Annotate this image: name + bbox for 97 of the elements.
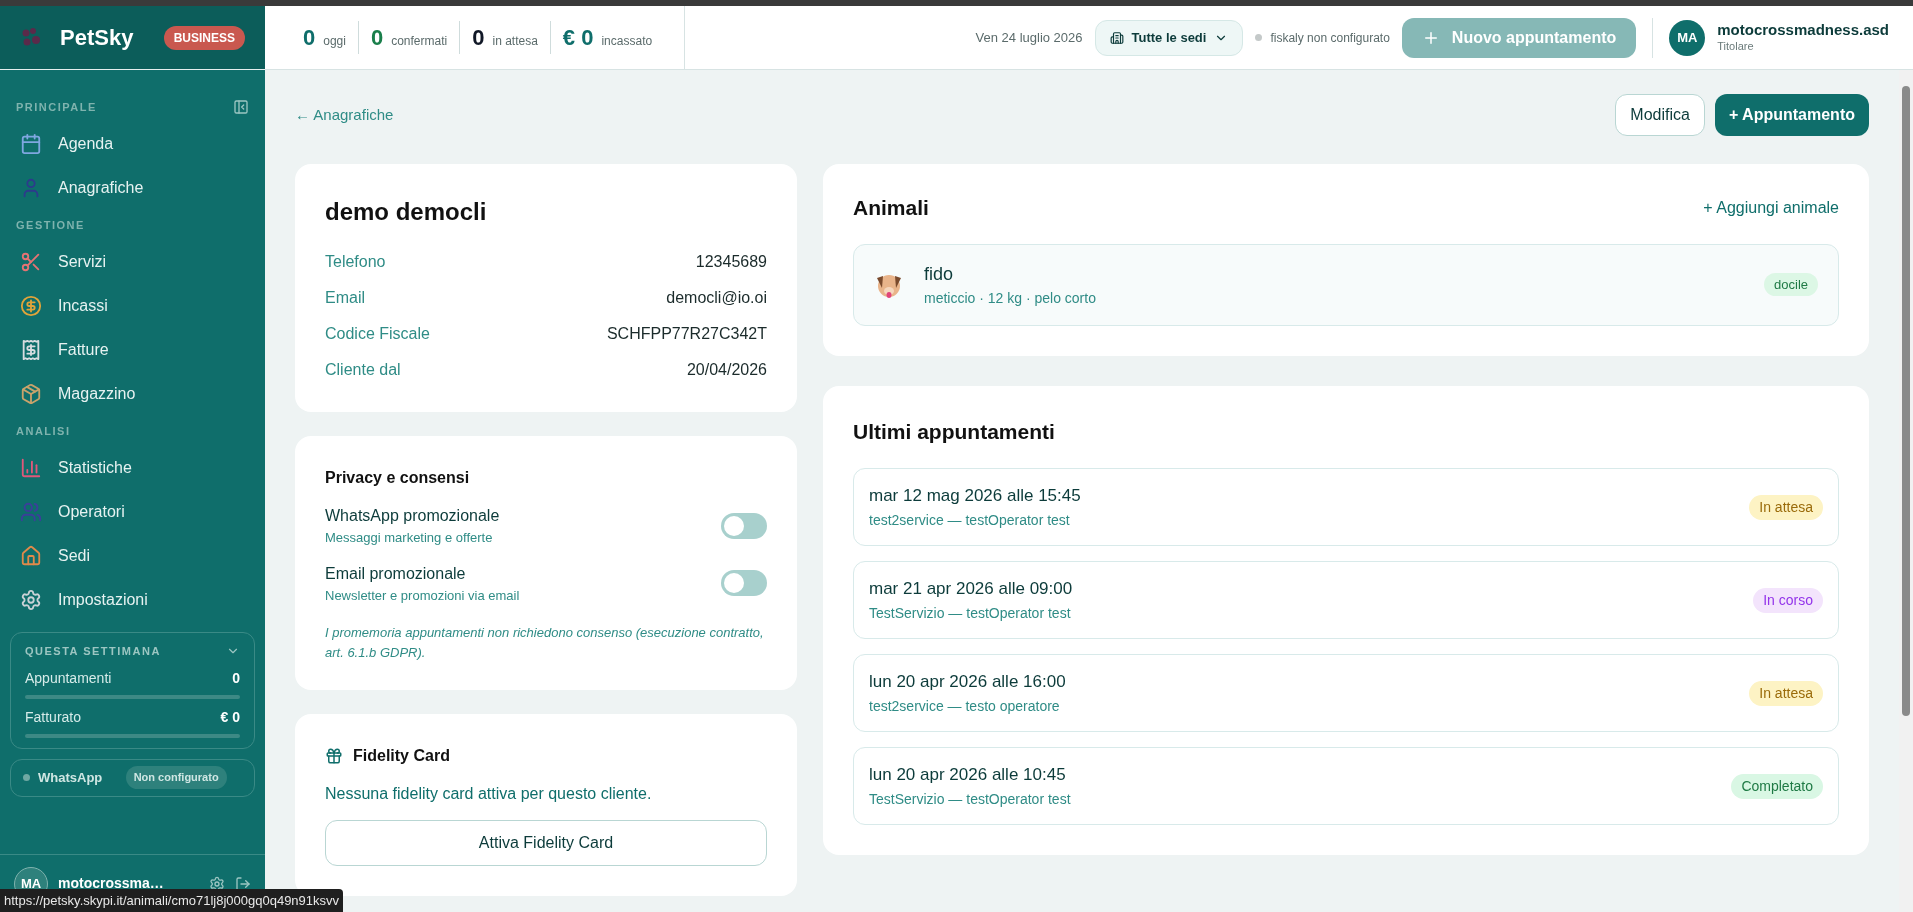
appointment-details: test2service — testOperator test: [869, 511, 1071, 531]
toggle-switch[interactable]: [721, 512, 767, 539]
toggle-hint: Messaggi marketing e offerte: [325, 529, 494, 547]
status-badge: In attesa: [1749, 680, 1823, 706]
appointment-time: lun 20 apr 2026 alle 16:00: [869, 670, 1066, 693]
package-icon: [20, 383, 42, 405]
stat-value: 0: [472, 24, 485, 52]
building-icon: [1109, 30, 1124, 45]
user-name: motocrossmadness.asd: [1717, 21, 1889, 40]
nav-item[interactable]: Statistiche: [10, 446, 255, 490]
nav-item[interactable]: Magazzino: [10, 372, 255, 416]
animal-name: fido: [924, 262, 955, 286]
toggle-hint: Newsletter e promozioni via email: [325, 586, 520, 605]
url-tooltip: https://petsky.skypi.it/animali/cmo71lj8j000gq0q49n91ksvv: [0, 888, 344, 912]
section-title: GESTIONE: [16, 217, 85, 233]
field-value: 20/04/2026: [686, 360, 767, 380]
status-badge: Completato: [1731, 773, 1823, 799]
nav-item[interactable]: Servizi: [10, 240, 255, 284]
appointment-details: TestServizio — testOperator test: [869, 604, 1072, 624]
stat-value: 0: [370, 24, 384, 52]
activate-fidelity-button[interactable]: Attiva Fidelity Card: [325, 820, 767, 866]
field-value: SCHFPP77R27C342T: [606, 324, 767, 344]
gift-icon: [325, 747, 343, 765]
animal-row[interactable]: fido meticcio · 12 kg · pelo corto docile: [853, 243, 1839, 326]
field-value: 12345689: [695, 252, 767, 272]
appointment-row[interactable]: lun 20 apr 2026 alle 10:45 TestServizio — testOperator test Completato: [853, 747, 1839, 825]
field-label: Email: [325, 288, 365, 308]
nav-item[interactable]: Impostazioni: [10, 578, 255, 622]
edit-button[interactable]: Modifica: [1615, 94, 1705, 136]
user-role: Titolare: [1717, 40, 1755, 54]
money-bag-icon: [20, 295, 42, 317]
collapse-sidebar-icon[interactable]: [233, 99, 249, 115]
bar-chart-icon: [20, 457, 42, 479]
house-icon: [20, 545, 42, 567]
nav-item[interactable]: Incassi: [10, 284, 255, 328]
plan-badge: BUSINESS: [163, 25, 245, 50]
status-badge: In attesa: [1749, 494, 1823, 520]
appointment-row[interactable]: lun 20 apr 2026 alle 16:00 test2service — testo operatore In attesa: [853, 654, 1839, 732]
add-animal-link[interactable]: + Aggiungi animale: [1703, 195, 1839, 220]
nav-item[interactable]: Operatori: [10, 490, 255, 534]
scissors-icon: [20, 251, 42, 273]
field-label: Codice Fiscale: [325, 324, 430, 344]
appointment-time: mar 21 apr 2026 alle 09:00: [869, 577, 1073, 600]
nav-item[interactable]: Fatture: [10, 328, 255, 372]
card-title: Privacy e consensi: [325, 468, 471, 488]
client-name: demo democli: [325, 197, 488, 227]
back-link[interactable]: ← Anagrafiche: [295, 103, 394, 127]
user-avatar[interactable]: MA: [1669, 19, 1706, 56]
section-title: ANALISI: [16, 423, 71, 439]
fidelity-message: Nessuna fidelity card attiva per questo cliente.: [325, 784, 653, 804]
calendar-icon: [20, 133, 42, 155]
appointment-time: lun 20 apr 2026 alle 10:45: [869, 763, 1067, 786]
settings-icon[interactable]: [209, 875, 225, 892]
card-title: Animali: [853, 195, 929, 221]
stat-label: in attesa: [492, 33, 538, 50]
summary-value: 0: [232, 668, 240, 688]
receipt-icon: [20, 339, 42, 361]
gear-icon: [20, 589, 42, 611]
whatsapp-label: WhatsApp: [38, 768, 103, 787]
summary-label: Appuntamenti: [25, 668, 112, 688]
card-title: Fidelity Card: [353, 746, 450, 766]
stat-label: oggi: [323, 33, 346, 50]
card-title: Ultimi appuntamenti: [853, 418, 1056, 445]
appointment-row[interactable]: mar 21 apr 2026 alle 09:00 TestServizio — testOperator test In corso: [853, 561, 1839, 639]
nav-item[interactable]: Sedi: [10, 534, 255, 578]
stat-value: € 0: [562, 24, 594, 52]
consent-note: I promemoria appuntamenti non richiedono consenso (esecuzione contratto, art. 6.1.b GDPR).: [325, 624, 765, 662]
section-title: PRINCIPALE: [16, 99, 97, 115]
people-icon: [20, 501, 42, 523]
logout-icon[interactable]: [235, 875, 251, 892]
nav-item[interactable]: Agenda: [10, 122, 255, 166]
summary-label: Fatturato: [25, 707, 82, 727]
status-badge: Non configurato: [125, 766, 227, 789]
appointment-row[interactable]: mar 12 mag 2026 alle 15:45 test2service — testOperator test In attesa: [853, 468, 1839, 546]
add-appointment-button[interactable]: + Appuntamento: [1714, 94, 1869, 136]
location-dropdown[interactable]: Tutte le sedi: [1094, 19, 1244, 56]
toggle-switch[interactable]: [721, 570, 767, 597]
brand-name: PetSky: [60, 24, 134, 52]
toggle-label: Email promozionale: [325, 563, 467, 584]
appointment-time: mar 12 mag 2026 alle 15:45: [869, 484, 1081, 507]
animal-details: meticcio · 12 kg · pelo corto: [924, 288, 1096, 308]
field-label: Cliente dal: [325, 360, 401, 380]
stat-label: incassato: [601, 33, 653, 50]
appointment-details: test2service — testo operatore: [869, 697, 1061, 717]
field-label: Telefono: [325, 252, 386, 272]
appointment-details: TestServizio — testOperator test: [869, 790, 1071, 810]
stat-value: 0: [303, 24, 316, 52]
current-date: Ven 24 luglio 2026: [975, 28, 1083, 47]
nav-item[interactable]: Anagrafiche: [10, 166, 255, 210]
temperament-tag: docile: [1764, 272, 1818, 297]
panel-title: QUESTA SETTIMANA: [25, 644, 161, 659]
status-badge: In corso: [1753, 587, 1823, 613]
summary-value: € 0: [220, 707, 240, 727]
field-value: democli@io.oi: [666, 288, 767, 308]
toggle-label: WhatsApp promozionale: [325, 506, 500, 526]
fiscal-status: fiskaly non configurato: [1270, 29, 1390, 47]
stat-label: confermati: [391, 33, 448, 50]
